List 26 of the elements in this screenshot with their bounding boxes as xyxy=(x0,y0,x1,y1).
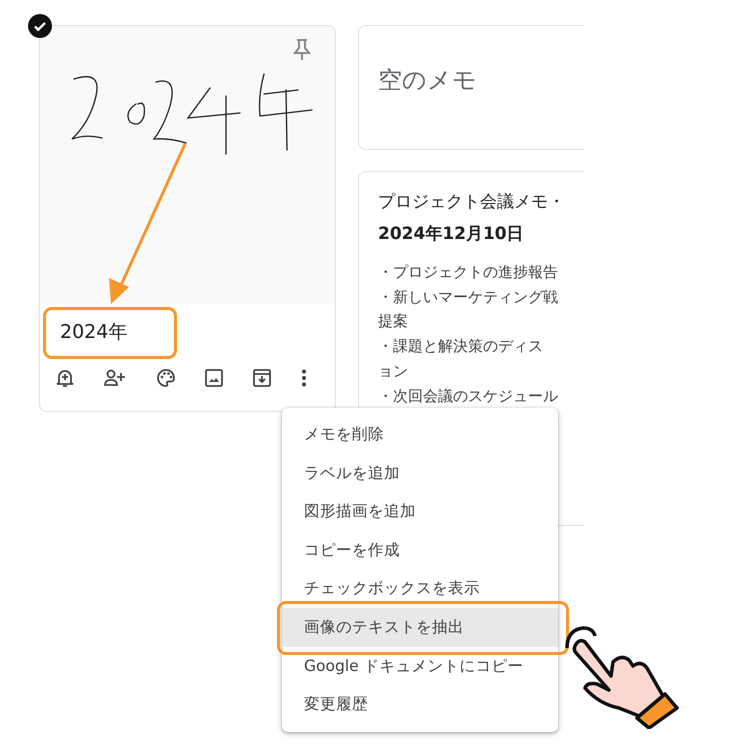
note-text: ョン xyxy=(378,360,408,382)
note-title: 2024年 xyxy=(59,320,128,345)
note-text: ・プロジェクトの進捗報告 xyxy=(378,262,558,283)
palette-icon[interactable] xyxy=(156,368,176,388)
note-card[interactable]: 空のメモ xyxy=(358,25,584,150)
menu-item[interactable]: 変更履歴 xyxy=(282,685,558,724)
archive-icon[interactable] xyxy=(253,369,272,387)
note-title: 空のメモ xyxy=(378,65,477,96)
note-text: ・新しいマーケティング戦 xyxy=(378,286,558,308)
note-text: 提案 xyxy=(378,311,408,332)
reminder-bell-icon[interactable] xyxy=(56,368,74,388)
menu-item[interactable]: 画像のテキストを抽出 xyxy=(282,608,558,647)
note-text: ・次回会議のスケジュール xyxy=(378,386,558,407)
add-person-icon[interactable] xyxy=(104,369,126,387)
pin-icon[interactable] xyxy=(293,38,311,62)
menu-item[interactable]: チェックボックスを表示 xyxy=(282,569,558,608)
menu-item[interactable]: Google ドキュメントにコピー xyxy=(282,646,558,686)
menu-item[interactable]: コピーを作成 xyxy=(282,530,558,570)
more-icon[interactable] xyxy=(300,369,307,387)
note-title: 2024年12月10日 xyxy=(378,223,524,246)
checkmark-icon[interactable] xyxy=(28,14,52,38)
pointing-hand-icon xyxy=(563,624,681,729)
image-icon[interactable] xyxy=(205,369,224,387)
note-card[interactable]: 2024年 xyxy=(39,25,336,412)
note-title: プロジェクト会議メモ・ xyxy=(378,191,565,214)
note-text: ・課題と解決策のディス xyxy=(378,336,543,358)
